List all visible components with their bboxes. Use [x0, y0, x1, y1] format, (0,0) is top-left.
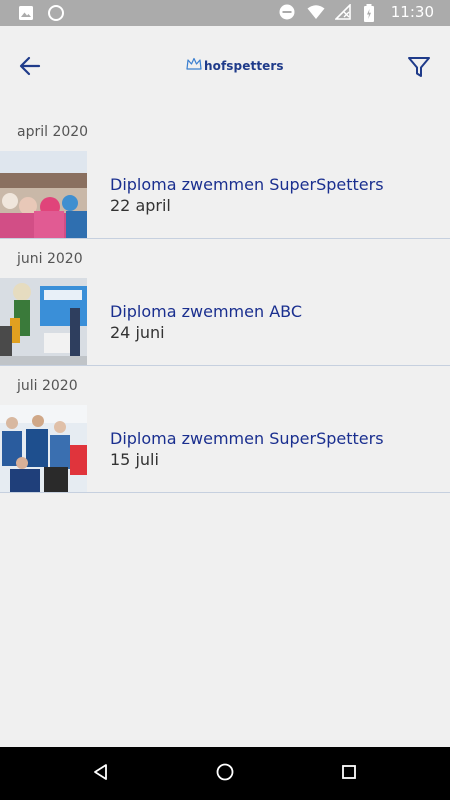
item-title: Diploma zwemmen ABC: [110, 301, 303, 321]
event-thumbnail: [0, 151, 87, 238]
list-item[interactable]: Diploma zwemmen SuperSpetters 22 april: [0, 151, 450, 239]
logo-text: hofspetters: [204, 58, 284, 73]
event-thumbnail: [0, 278, 87, 365]
filter-icon: [407, 55, 431, 83]
circle-icon: [48, 5, 64, 21]
event-list: april 2020 Diploma zwemmen SuperSpetters…: [0, 112, 450, 493]
nav-back-button[interactable]: [88, 761, 114, 787]
arrow-left-icon: [19, 56, 41, 80]
crown-icon: [186, 56, 202, 75]
item-title: Diploma zwemmen SuperSpetters: [110, 174, 384, 194]
image-icon: [18, 5, 34, 21]
event-thumbnail: [0, 405, 87, 492]
back-triangle-icon: [92, 763, 110, 785]
do-not-disturb-icon: [279, 4, 295, 20]
item-title: Diploma zwemmen SuperSpetters: [110, 428, 384, 448]
section-header: juli 2020: [17, 377, 78, 394]
nav-home-button[interactable]: [212, 761, 238, 787]
nav-recents-button[interactable]: [336, 761, 362, 787]
battery-icon: [363, 4, 379, 22]
item-date: 15 juli: [110, 449, 159, 469]
status-bar: 11:30: [0, 0, 450, 26]
item-date: 24 juni: [110, 322, 165, 342]
app-bar: hofspetters: [0, 26, 450, 112]
app-logo: hofspetters: [186, 56, 284, 75]
list-item[interactable]: Diploma zwemmen SuperSpetters 15 juli: [0, 405, 450, 493]
status-time: 11:30: [390, 3, 434, 21]
item-date: 22 april: [110, 195, 171, 215]
no-signal-icon: [333, 3, 351, 20]
home-circle-icon: [216, 763, 234, 785]
list-item[interactable]: Diploma zwemmen ABC 24 juni: [0, 278, 450, 366]
filter-button[interactable]: [404, 54, 434, 84]
wifi-icon: [307, 4, 325, 20]
system-nav-bar: [0, 747, 450, 800]
back-button[interactable]: [14, 52, 46, 84]
section-header: juni 2020: [17, 250, 83, 267]
recents-square-icon: [341, 764, 357, 784]
section-header: april 2020: [17, 123, 89, 140]
